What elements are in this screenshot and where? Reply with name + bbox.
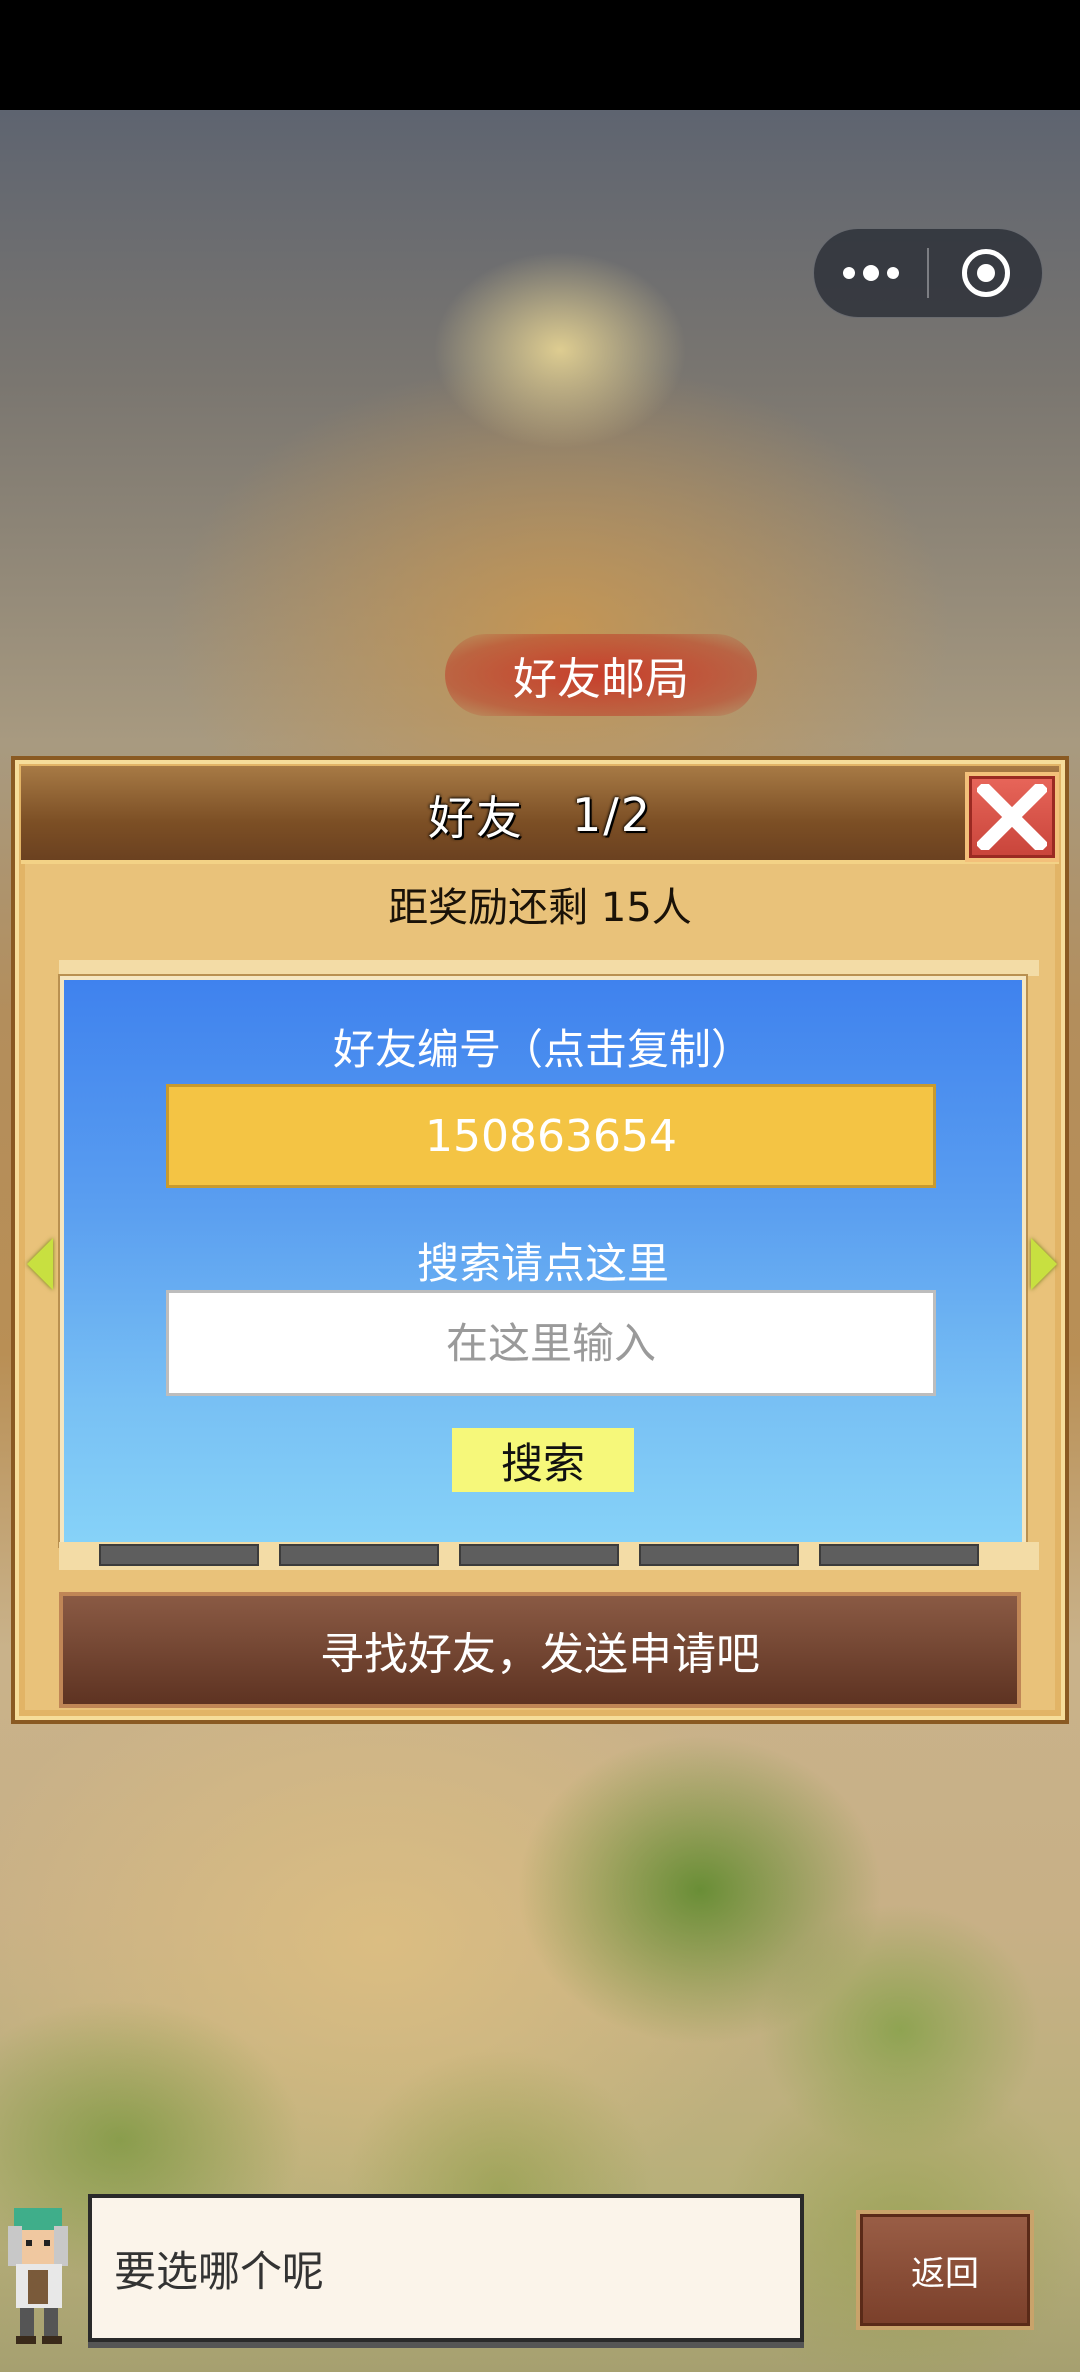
- tab-strip-bottom: [59, 1542, 1039, 1570]
- exit-miniprogram-icon[interactable]: [929, 229, 1042, 317]
- character-avatar: [0, 2200, 92, 2350]
- search-button[interactable]: 搜索: [452, 1428, 634, 1492]
- search-label: 搜索请点这里: [416, 1239, 669, 1288]
- tab-slot[interactable]: [459, 1544, 619, 1566]
- tab-slot[interactable]: [819, 1544, 979, 1566]
- close-button[interactable]: [965, 772, 1059, 862]
- page-indicator: 1/2: [571, 788, 653, 842]
- find-friends-banner[interactable]: 寻找好友，发送申请吧: [59, 1592, 1021, 1708]
- friend-id-label: 好友编号（点击复制）: [332, 1025, 753, 1074]
- more-menu-icon[interactable]: [814, 229, 927, 317]
- dialog-title-bar: 好友 1/2: [21, 766, 1059, 864]
- search-input[interactable]: [166, 1290, 936, 1396]
- speech-text: 要选哪个呢: [114, 2246, 325, 2296]
- miniprogram-capsule: [813, 228, 1043, 318]
- dialog-title: 好友 1/2: [21, 766, 1059, 864]
- close-icon: [977, 784, 1047, 850]
- dialog-title-text: 好友: [427, 791, 524, 845]
- tab-slot[interactable]: [639, 1544, 799, 1566]
- friend-info-box: 好友编号（点击复制） 150863654 搜索请点这里 搜索: [60, 976, 1026, 1546]
- post-office-sign: 好友邮局: [445, 634, 757, 716]
- back-button[interactable]: 返回: [856, 2210, 1034, 2330]
- tab-slot[interactable]: [279, 1544, 439, 1566]
- status-bar: [0, 0, 1080, 110]
- tab-slot[interactable]: [99, 1544, 259, 1566]
- friends-dialog: 好友 1/2 距奖励还剩 15人 好友编号（点击复制） 150863654 搜索…: [11, 756, 1069, 1724]
- reward-progress-text: 距奖励还剩 15人: [388, 885, 692, 931]
- next-page-arrow-icon[interactable]: [1031, 1238, 1057, 1290]
- prev-page-arrow-icon[interactable]: [27, 1238, 53, 1290]
- tab-strip-top: [59, 960, 1039, 976]
- friend-id-copy-field[interactable]: 150863654: [166, 1084, 936, 1188]
- speech-bubble: 要选哪个呢: [88, 2194, 804, 2342]
